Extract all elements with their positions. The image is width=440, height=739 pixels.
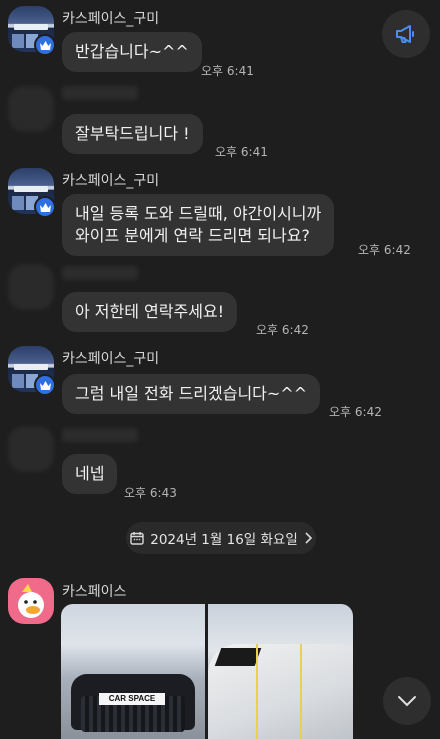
message-bubble[interactable]: 잘부탁드립니다 ! <box>62 114 203 154</box>
license-plate: CAR SPACE <box>99 693 165 705</box>
crown-badge-icon <box>34 374 56 396</box>
sender-name: 카스페이스_구미 <box>62 11 160 27</box>
announcement-button[interactable] <box>382 10 430 58</box>
message-time: 오후 6:41 <box>215 145 268 159</box>
car-photo-left[interactable]: CAR SPACE <box>61 604 205 739</box>
blurred-sender-name <box>62 86 138 100</box>
crown-badge-icon <box>34 34 56 56</box>
megaphone-icon <box>396 25 414 43</box>
date-divider[interactable]: 2024년 1월 16일 화요일 <box>126 522 316 554</box>
date-label: 2024년 1월 16일 화요일 <box>150 532 298 548</box>
message-time: 오후 6:42 <box>256 323 309 337</box>
scroll-down-button[interactable] <box>383 677 431 725</box>
sender-name: 카스페이스_구미 <box>62 173 160 189</box>
crown-badge-icon <box>34 196 56 218</box>
duck-character-icon <box>18 584 44 618</box>
car-photo-right[interactable] <box>208 604 353 739</box>
sender-name: 카스페이스_구미 <box>62 351 160 367</box>
blurred-sender-name <box>62 266 138 280</box>
message-time: 오후 6:41 <box>201 64 254 78</box>
message-bubble[interactable]: 그럼 내일 전화 드리겠습니다~^^ <box>62 374 321 414</box>
message-bubble[interactable]: 내일 등록 도와 드릴때, 야간이시니까 와이프 분에게 연락 드리면 되나요? <box>62 194 335 256</box>
message-time: 오후 6:42 <box>329 405 382 419</box>
profile-avatar[interactable] <box>8 578 54 624</box>
blurred-avatar[interactable] <box>8 86 54 132</box>
blurred-avatar[interactable] <box>8 264 54 310</box>
message-bubble[interactable]: 네넵 <box>62 454 118 494</box>
blurred-avatar[interactable] <box>8 426 54 472</box>
chevron-right-icon <box>305 532 312 544</box>
chevron-down-icon <box>398 696 416 707</box>
calendar-icon <box>130 532 144 545</box>
message-bubble[interactable]: 반갑습니다~^^ <box>62 32 202 72</box>
message-time: 오후 6:43 <box>124 486 177 500</box>
blurred-sender-name <box>62 428 138 442</box>
sender-name: 카스페이스 <box>62 584 127 600</box>
message-bubble[interactable]: 아 저한테 연락주세요! <box>62 292 238 332</box>
message-time: 오후 6:42 <box>358 243 411 257</box>
